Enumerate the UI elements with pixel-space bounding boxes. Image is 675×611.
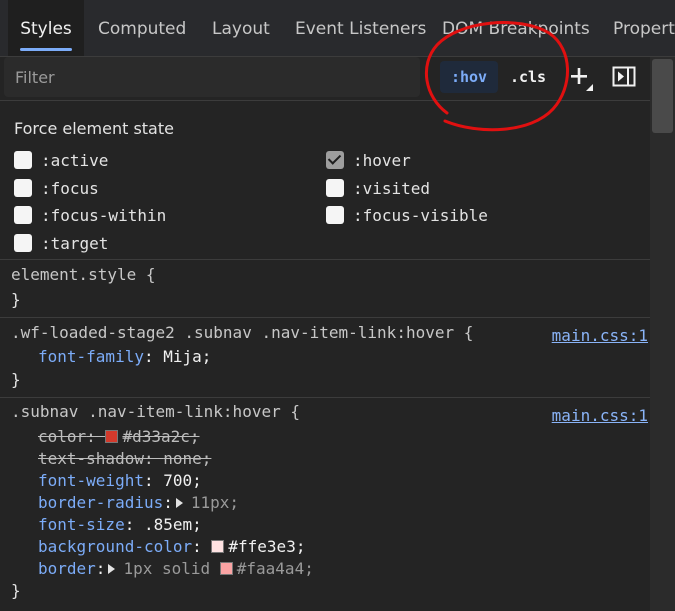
state-label: :focus xyxy=(41,178,99,198)
source-link[interactable]: main.css:1 xyxy=(552,326,648,345)
rule-selector[interactable]: .subnav .nav-item-link:hover { xyxy=(11,401,300,423)
tab-event-listeners[interactable]: Event Listeners xyxy=(295,0,426,56)
tab-styles[interactable]: Styles xyxy=(8,0,84,56)
state-label: :target xyxy=(41,233,109,253)
source-link[interactable]: main.css:1 xyxy=(552,406,648,425)
tab-properties-label: Properties xyxy=(613,19,675,39)
tab-properties[interactable]: Properties xyxy=(613,0,675,56)
expand-triangle-icon[interactable] xyxy=(175,498,183,508)
property-name[interactable]: font-size xyxy=(38,515,125,534)
checkbox-box[interactable] xyxy=(326,179,344,197)
property-name[interactable]: color xyxy=(38,427,86,446)
color-swatch[interactable] xyxy=(105,430,119,443)
checkbox-box[interactable] xyxy=(326,206,344,224)
state-label: :active xyxy=(41,150,109,170)
tab-layout-label: Layout xyxy=(212,19,270,39)
scrollbar-thumb[interactable] xyxy=(652,59,673,133)
property-value[interactable]: Mija; xyxy=(163,347,211,366)
color-swatch[interactable] xyxy=(211,540,225,553)
state-checkbox-focus-within[interactable]: :focus-within xyxy=(14,204,166,226)
property-name[interactable]: border xyxy=(38,559,96,578)
property-name[interactable]: background-color xyxy=(38,537,192,556)
rule-selector[interactable]: .wf-loaded-stage2 .subnav .nav-item-link… xyxy=(11,322,473,344)
tab-dom-breakpoints[interactable]: DOM Breakpoints xyxy=(442,0,590,56)
property-value[interactable]: .85em; xyxy=(144,515,202,534)
state-label: :visited xyxy=(353,178,431,198)
hov-toggle-button[interactable]: :hov xyxy=(440,61,498,93)
rule-close-brace: } xyxy=(11,370,21,389)
tab-dom-breakpoints-label: DOM Breakpoints xyxy=(442,19,590,39)
state-checkbox-focus[interactable]: :focus xyxy=(14,177,99,199)
filter-input[interactable] xyxy=(4,57,420,97)
checkbox-box[interactable] xyxy=(14,234,32,252)
state-checkbox-hover[interactable]: :hover xyxy=(326,149,411,171)
declaration-overridden[interactable]: text-shadow: none; xyxy=(38,448,211,470)
element-style-rule: element.style { } xyxy=(0,260,650,318)
state-checkbox-focus-visible[interactable]: :focus-visible xyxy=(326,204,488,226)
state-label: :focus-within xyxy=(41,205,167,225)
property-name[interactable]: text-shadow xyxy=(38,449,144,468)
rule-close-brace: } xyxy=(11,290,21,309)
declaration[interactable]: font-weight: 700; xyxy=(38,470,202,492)
state-checkbox-visited[interactable]: :visited xyxy=(326,177,430,199)
active-tab-indicator xyxy=(20,48,72,51)
tab-computed[interactable]: Computed xyxy=(98,0,186,56)
checkbox-box[interactable] xyxy=(14,151,32,169)
declaration[interactable]: font-size: .85em; xyxy=(38,514,202,536)
force-element-state-panel: Force element state :active :hover :focu… xyxy=(0,101,650,260)
style-rule: .wf-loaded-stage2 .subnav .nav-item-link… xyxy=(0,318,650,398)
tab-computed-label: Computed xyxy=(98,19,187,39)
new-style-rule-button[interactable] xyxy=(566,61,596,93)
property-name[interactable]: border-radius xyxy=(38,493,163,512)
tab-styles-label: Styles xyxy=(20,19,72,39)
property-value[interactable]: 700; xyxy=(163,471,202,490)
rule-close-brace: } xyxy=(11,581,21,600)
styles-toolbar: :hov .cls xyxy=(0,57,650,101)
force-state-title: Force element state xyxy=(14,119,174,138)
property-value[interactable]: #ffe3e3; xyxy=(228,537,305,556)
declaration[interactable]: background-color: #ffe3e3; xyxy=(38,536,305,558)
style-rule: .subnav .nav-item-link:hover { main.css:… xyxy=(0,398,650,611)
tab-event-listeners-label: Event Listeners xyxy=(295,19,427,39)
property-value[interactable]: 11px; xyxy=(191,493,239,512)
declaration[interactable]: font-family: Mija; xyxy=(38,346,211,368)
state-label: :focus-visible xyxy=(353,205,488,225)
plus-icon xyxy=(571,68,593,91)
property-name[interactable]: font-weight xyxy=(38,471,144,490)
checkbox-box[interactable] xyxy=(14,206,32,224)
color-swatch[interactable] xyxy=(219,562,233,575)
declaration[interactable]: border: 1px solid #faa4a4; xyxy=(38,558,314,580)
property-value-color[interactable]: #faa4a4; xyxy=(237,559,314,578)
property-name[interactable]: font-family xyxy=(38,347,144,366)
declaration-overridden[interactable]: color: #d33a2c; xyxy=(38,426,200,448)
checkbox-checked[interactable] xyxy=(326,151,344,169)
vertical-scrollbar[interactable] xyxy=(650,57,675,611)
tab-layout[interactable]: Layout xyxy=(212,0,270,56)
filter-box xyxy=(4,57,420,97)
expand-triangle-icon[interactable] xyxy=(108,564,116,574)
property-value[interactable]: none; xyxy=(163,449,211,468)
state-checkbox-active[interactable]: :active xyxy=(14,149,108,171)
toggle-sidebar-button[interactable] xyxy=(610,63,638,91)
declaration[interactable]: border-radius: 11px; xyxy=(38,492,239,514)
devtools-tabbar: Styles Computed Layout Event Listeners D… xyxy=(0,0,675,57)
toggle-sidebar-icon xyxy=(612,66,636,87)
state-label: :hover xyxy=(353,150,411,170)
property-value[interactable]: 1px solid xyxy=(123,559,219,578)
checkbox-box[interactable] xyxy=(14,179,32,197)
rule-selector[interactable]: element.style { xyxy=(11,264,156,286)
cls-toggle-button[interactable]: .cls xyxy=(504,61,552,93)
property-value[interactable]: #d33a2c; xyxy=(122,427,199,446)
state-checkbox-target[interactable]: :target xyxy=(14,232,108,254)
